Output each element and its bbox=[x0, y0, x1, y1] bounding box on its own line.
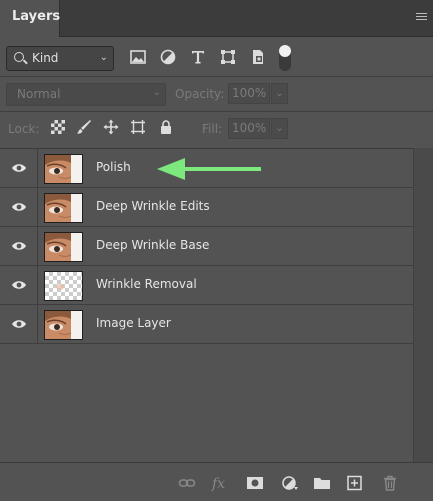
chevron-down-icon: ⌄ bbox=[152, 87, 161, 98]
layers-footer-toolbar: fx bbox=[0, 462, 433, 501]
filter-toggle[interactable] bbox=[279, 45, 291, 71]
eye-icon bbox=[12, 203, 26, 211]
filter-kind-select[interactable]: Kind ⌄ bbox=[6, 46, 114, 71]
fill-label: Fill: bbox=[202, 122, 223, 136]
visibility-toggle[interactable] bbox=[0, 149, 38, 187]
lock-all-icon[interactable] bbox=[158, 119, 174, 135]
search-icon bbox=[14, 52, 24, 62]
visibility-toggle[interactable] bbox=[0, 188, 38, 226]
visibility-toggle[interactable] bbox=[0, 266, 38, 304]
layer-thumbnail-transparent bbox=[44, 271, 83, 301]
visibility-toggle[interactable] bbox=[0, 227, 38, 265]
adjustment-layer-icon[interactable] bbox=[281, 475, 299, 491]
layer-row[interactable]: Deep Wrinkle Edits bbox=[0, 188, 413, 227]
divider bbox=[0, 111, 433, 112]
blend-mode-value: Normal bbox=[17, 87, 61, 101]
layers-scrollbar[interactable] bbox=[413, 148, 433, 462]
eye-icon bbox=[12, 164, 26, 172]
panel-menu-icon[interactable] bbox=[416, 13, 427, 22]
panel-tab-bar: Layers bbox=[0, 0, 433, 37]
tab-layers[interactable]: Layers bbox=[0, 0, 60, 37]
fx-icon[interactable]: fx bbox=[211, 475, 229, 492]
lock-position-icon[interactable] bbox=[103, 119, 119, 135]
chevron-down-icon: ⌄ bbox=[99, 52, 108, 63]
eye-icon bbox=[12, 281, 26, 289]
type-filter-icon[interactable] bbox=[188, 47, 208, 67]
layer-name: Deep Wrinkle Edits bbox=[96, 199, 210, 213]
layer-name: Deep Wrinkle Base bbox=[96, 238, 210, 252]
layer-name: Wrinkle Removal bbox=[96, 277, 197, 291]
fill-value: 100% bbox=[232, 121, 267, 135]
layers-list: Polish Deep Wrinkle Edits Deep Wrinkle B… bbox=[0, 148, 413, 463]
lock-label: Lock: bbox=[8, 122, 40, 136]
image-filter-icon[interactable] bbox=[128, 47, 148, 67]
tab-layers-label: Layers bbox=[12, 9, 61, 24]
shape-filter-icon[interactable] bbox=[218, 47, 238, 67]
lock-image-pixels-icon[interactable] bbox=[76, 119, 92, 135]
fill-dropdown[interactable]: ⌄ bbox=[271, 118, 288, 139]
annotation-arrow bbox=[157, 158, 261, 180]
visibility-toggle[interactable] bbox=[0, 305, 38, 343]
eye-icon bbox=[12, 320, 26, 328]
layer-row[interactable]: Wrinkle Removal bbox=[0, 266, 413, 305]
lock-artboard-icon[interactable] bbox=[130, 119, 146, 135]
layers-panel: Layers Kind ⌄ Normal ⌄ Opacity: 100% ⌄ L… bbox=[0, 0, 433, 501]
layer-name: Polish bbox=[96, 160, 131, 174]
layer-row[interactable]: Deep Wrinkle Base bbox=[0, 227, 413, 266]
eye-icon bbox=[12, 242, 26, 250]
opacity-label: Opacity: bbox=[175, 87, 225, 101]
smart-object-filter-icon[interactable] bbox=[248, 47, 268, 67]
filter-kind-label: Kind bbox=[32, 51, 59, 65]
blend-mode-select[interactable]: Normal ⌄ bbox=[6, 83, 166, 106]
layer-thumbnail-photo bbox=[44, 310, 83, 340]
new-layer-icon[interactable] bbox=[346, 475, 364, 491]
divider bbox=[0, 76, 433, 77]
adjustment-filter-icon[interactable] bbox=[158, 47, 178, 67]
opacity-dropdown[interactable]: ⌄ bbox=[271, 83, 288, 104]
trash-icon[interactable] bbox=[381, 475, 399, 491]
layer-name: Image Layer bbox=[96, 316, 171, 330]
layer-row[interactable]: Image Layer bbox=[0, 305, 413, 344]
opacity-input[interactable]: 100% bbox=[228, 83, 270, 104]
mask-icon[interactable] bbox=[246, 475, 264, 491]
link-icon[interactable] bbox=[178, 475, 196, 491]
opacity-value: 100% bbox=[232, 86, 267, 100]
layer-thumbnail-photo bbox=[44, 154, 83, 184]
layer-thumbnail-photo bbox=[44, 193, 83, 223]
svg-text:fx: fx bbox=[211, 476, 225, 491]
fill-input[interactable]: 100% bbox=[228, 118, 270, 139]
lock-transparent-pixels-icon[interactable] bbox=[50, 119, 66, 135]
layer-thumbnail-photo bbox=[44, 232, 83, 262]
folder-icon[interactable] bbox=[313, 475, 331, 491]
